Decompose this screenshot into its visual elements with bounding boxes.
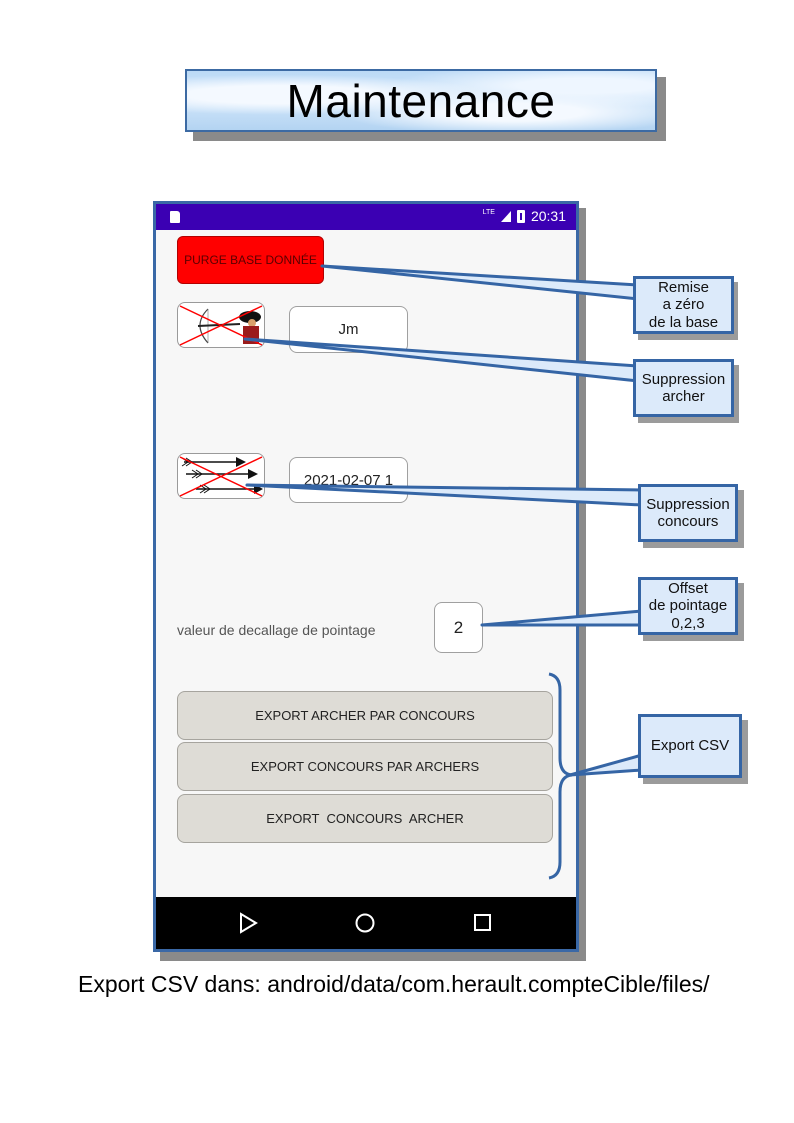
export-path-note: Export CSV dans: android/data/com.heraul… (78, 971, 710, 997)
export-brace (548, 672, 573, 880)
pointer-remise (320, 264, 640, 301)
callout-offset: Offset de pointage 0,2,3 (638, 577, 738, 635)
callout-suppression-archer: Suppression archer (633, 359, 734, 417)
pointer-suppression-concours (245, 483, 644, 507)
pointer-export (568, 753, 644, 777)
callout-export-csv: Export CSV (638, 714, 742, 778)
callout-pointers (243, 264, 644, 880)
callout-remise: Remise a zéro de la base (633, 276, 734, 334)
callout-suppression-concours: Suppression concours (638, 484, 738, 542)
pointer-offset (480, 609, 644, 627)
pointer-suppression-archer (243, 337, 640, 383)
